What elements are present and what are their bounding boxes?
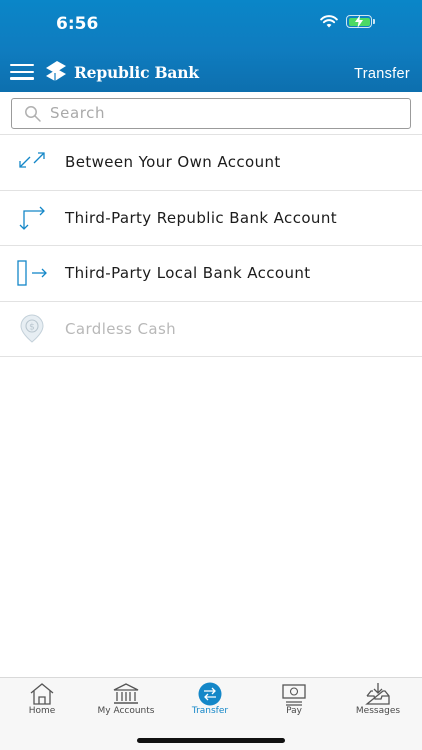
tab-label: Messages [355,706,401,716]
tab-label: Home [28,706,56,716]
transfer-icon [198,682,222,706]
tab-my-accounts[interactable]: My Accounts [84,678,168,728]
home-indicator[interactable] [137,738,285,743]
search-input[interactable] [50,99,400,127]
app-header: 6:56 Republic Bank Transfer [0,0,422,92]
list-item-label: Third-Party Local Bank Account [65,264,311,283]
list-item-between-own-account[interactable]: Between Your Own Account [0,135,422,191]
location-dollar-icon: $ [20,314,44,343]
home-icon [30,683,54,705]
card-arrow-icon [17,260,47,286]
list-item-third-party-republic[interactable]: Third-Party Republic Bank Account [0,191,422,246]
list-item-label: Between Your Own Account [65,153,281,172]
tab-label: Transfer [191,706,229,716]
tab-transfer[interactable]: Transfer [168,678,252,728]
transfer-options-list: Between Your Own Account Third-Party Rep… [0,134,422,357]
tab-pay[interactable]: Pay [252,678,336,728]
battery-icon [346,15,375,28]
list-item-label: Third-Party Republic Bank Account [65,208,338,227]
list-item-cardless-cash[interactable]: $ Cardless Cash [0,302,422,357]
inbox-icon [365,683,390,705]
status-time: 6:56 [56,14,99,34]
tab-messages[interactable]: Messages [336,678,420,728]
page-title: Transfer [354,66,410,82]
pay-icon [282,684,306,706]
brand-name: Republic Bank [74,62,199,82]
search-box[interactable] [11,98,411,129]
list-item-label: Cardless Cash [65,319,177,338]
search-icon [25,106,41,122]
corner-arrows-icon [19,206,45,230]
logo-mark-icon [46,61,66,81]
status-icons [320,15,375,28]
diagonal-arrows-icon [19,152,45,168]
tab-label: Pay [286,706,302,716]
tab-home[interactable]: Home [0,678,84,728]
wifi-icon [320,15,338,28]
tab-label: My Accounts [97,706,155,716]
bank-icon [113,683,139,704]
republic-bank-logo: Republic Bank [44,59,199,85]
hamburger-menu-icon[interactable] [10,64,34,82]
list-item-third-party-local[interactable]: Third-Party Local Bank Account [0,246,422,302]
svg-text:$: $ [29,322,35,332]
